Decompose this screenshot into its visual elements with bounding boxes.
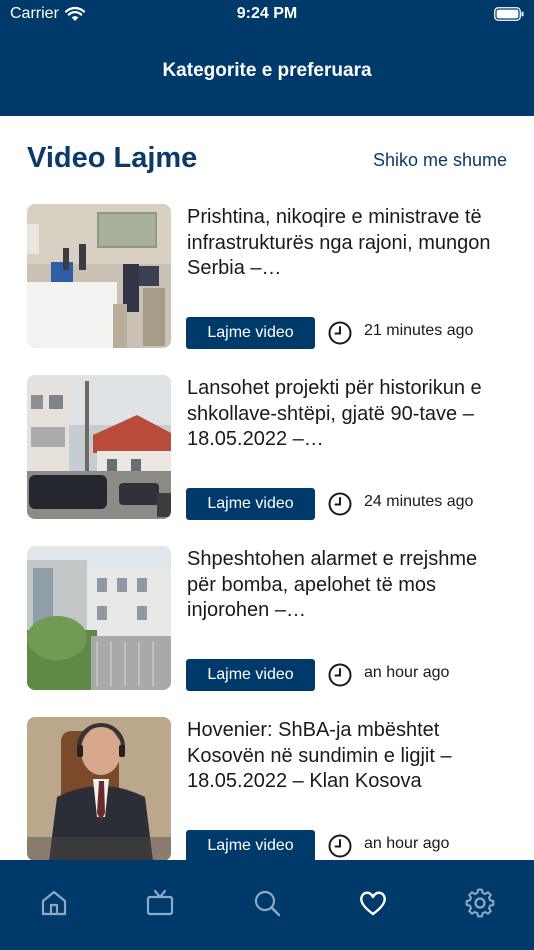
heart-icon [360,891,386,916]
section-header: Video Lajme Shiko me shume [27,142,507,182]
category-tag[interactable]: Lajme video [186,830,315,862]
tab-favorites[interactable] [356,886,390,920]
status-time: 9:24 PM [236,5,298,22]
tab-settings[interactable] [463,886,497,920]
tv-icon [146,889,174,916]
news-headline[interactable]: Hovenier: ShBA-ja mbështet Kosovën në su… [187,718,502,795]
section-title: Video Lajme [27,142,198,174]
category-tag[interactable]: Lajme video [186,317,315,349]
news-thumbnail[interactable] [27,204,171,348]
clock-icon [328,492,352,516]
news-item[interactable]: Shpeshtohen alarmet e rrejshme për bomba… [0,546,534,692]
page-title: Kategorite e preferuara [162,60,372,81]
category-tag[interactable]: Lajme video [186,488,315,520]
time-ago: 24 minutes ago [364,493,474,510]
tab-search[interactable] [250,886,284,920]
news-thumbnail[interactable] [27,717,171,861]
news-headline[interactable]: Prishtina, nikoqire e ministrave të infr… [187,205,502,282]
nav-header: Carrier 9:24 PM Kategorite e preferuara [0,0,534,116]
news-thumbnail[interactable] [27,546,171,690]
tab-tv[interactable] [143,886,177,920]
time-ago: an hour ago [364,664,450,681]
battery-icon [494,7,524,21]
clock-icon [328,834,352,858]
news-item[interactable]: Prishtina, nikoqire e ministrave të infr… [0,204,534,350]
tab-home[interactable] [37,886,71,920]
time-ago: an hour ago [364,835,450,852]
news-headline[interactable]: Shpeshtohen alarmet e rrejshme për bomba… [187,547,502,624]
news-thumbnail[interactable] [27,375,171,519]
time-ago: 21 minutes ago [364,322,474,339]
news-item[interactable]: Lansohet projekti për historikun e shkol… [0,375,534,521]
clock-icon [328,663,352,687]
settings-icon [465,888,495,918]
see-more-link[interactable]: Shiko me shume [373,150,507,171]
news-headline[interactable]: Lansohet projekti për historikun e shkol… [187,376,502,453]
search-icon [254,890,281,917]
tab-bar [0,860,534,950]
home-icon [41,890,67,916]
news-item[interactable]: Hovenier: ShBA-ja mbështet Kosovën në su… [0,717,534,863]
status-bar: Carrier 9:24 PM [0,0,534,30]
category-tag[interactable]: Lajme video [186,659,315,691]
clock-icon [328,321,352,345]
